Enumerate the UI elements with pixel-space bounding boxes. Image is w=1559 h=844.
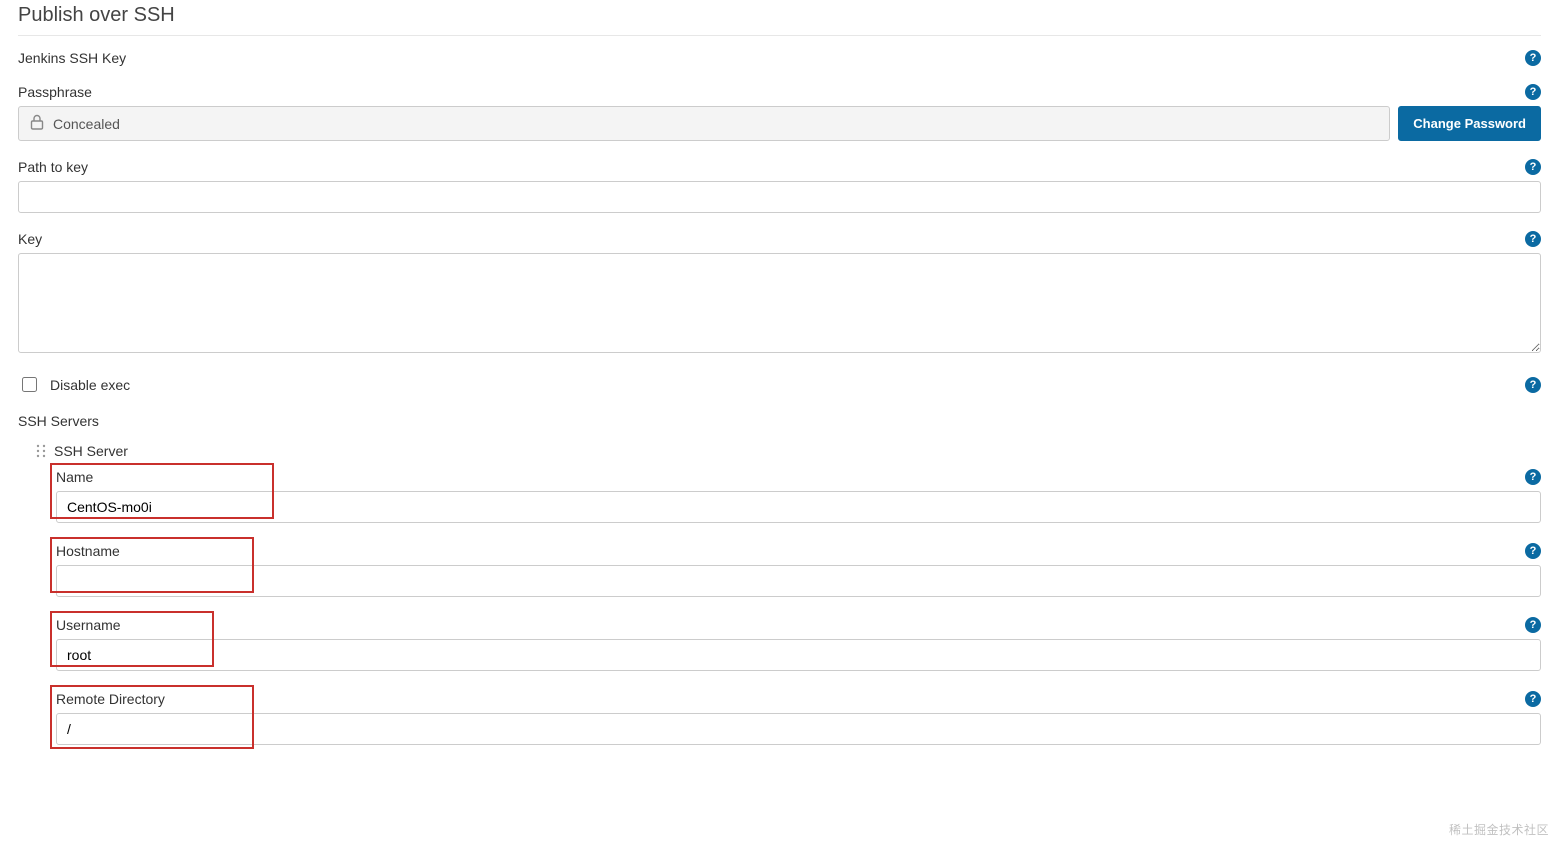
- help-icon[interactable]: ?: [1525, 50, 1541, 66]
- help-icon[interactable]: ?: [1525, 84, 1541, 100]
- disable-exec-checkbox[interactable]: [22, 377, 37, 392]
- help-icon[interactable]: ?: [1525, 543, 1541, 559]
- help-icon[interactable]: ?: [1525, 231, 1541, 247]
- lock-icon: [29, 113, 45, 134]
- hostname-field-group: Hostname ?: [56, 543, 1541, 597]
- path-to-key-row: Path to key ?: [18, 159, 1541, 213]
- disable-exec-row: Disable exec ?: [18, 374, 1541, 395]
- key-textarea[interactable]: [18, 253, 1541, 353]
- remote-directory-field-group: Remote Directory ?: [56, 691, 1541, 745]
- path-to-key-input[interactable]: [18, 181, 1541, 213]
- help-icon[interactable]: ?: [1525, 691, 1541, 707]
- help-icon[interactable]: ?: [1525, 159, 1541, 175]
- ssh-server-header: SSH Server: [36, 443, 1541, 459]
- jenkins-ssh-key-label: Jenkins SSH Key: [18, 50, 126, 66]
- hostname-input[interactable]: [56, 565, 1541, 597]
- jenkins-ssh-key-row: Jenkins SSH Key ?: [18, 50, 1541, 66]
- username-input[interactable]: [56, 639, 1541, 671]
- ssh-server-block: SSH Server Name ? Hostname ? Username: [18, 443, 1541, 745]
- name-input[interactable]: [56, 491, 1541, 523]
- remote-directory-label: Remote Directory: [56, 691, 165, 707]
- passphrase-label: Passphrase: [18, 84, 92, 100]
- name-label: Name: [56, 469, 93, 485]
- ssh-server-fields: Name ? Hostname ? Username ?: [36, 469, 1541, 745]
- path-to-key-label: Path to key: [18, 159, 88, 175]
- help-icon[interactable]: ?: [1525, 377, 1541, 393]
- passphrase-concealed-text: Concealed: [53, 116, 120, 132]
- drag-handle-icon[interactable]: [36, 443, 46, 459]
- help-icon[interactable]: ?: [1525, 469, 1541, 485]
- key-label: Key: [18, 231, 42, 247]
- change-password-button[interactable]: Change Password: [1398, 106, 1541, 141]
- disable-exec-label: Disable exec: [50, 377, 130, 393]
- passphrase-row: Passphrase ? Concealed Change Password: [18, 84, 1541, 141]
- key-row: Key ?: [18, 231, 1541, 356]
- username-label: Username: [56, 617, 121, 633]
- section-title: Publish over SSH: [18, 0, 1541, 36]
- help-icon[interactable]: ?: [1525, 617, 1541, 633]
- username-field-group: Username ?: [56, 617, 1541, 671]
- remote-directory-input[interactable]: [56, 713, 1541, 745]
- hostname-label: Hostname: [56, 543, 120, 559]
- watermark-text: 稀土掘金技术社区: [1449, 821, 1549, 838]
- passphrase-display: Concealed: [18, 106, 1390, 141]
- ssh-servers-label: SSH Servers: [18, 413, 1541, 429]
- ssh-server-title: SSH Server: [54, 443, 128, 459]
- name-field-group: Name ?: [56, 469, 1541, 523]
- disable-exec-label-wrap[interactable]: Disable exec: [18, 374, 130, 395]
